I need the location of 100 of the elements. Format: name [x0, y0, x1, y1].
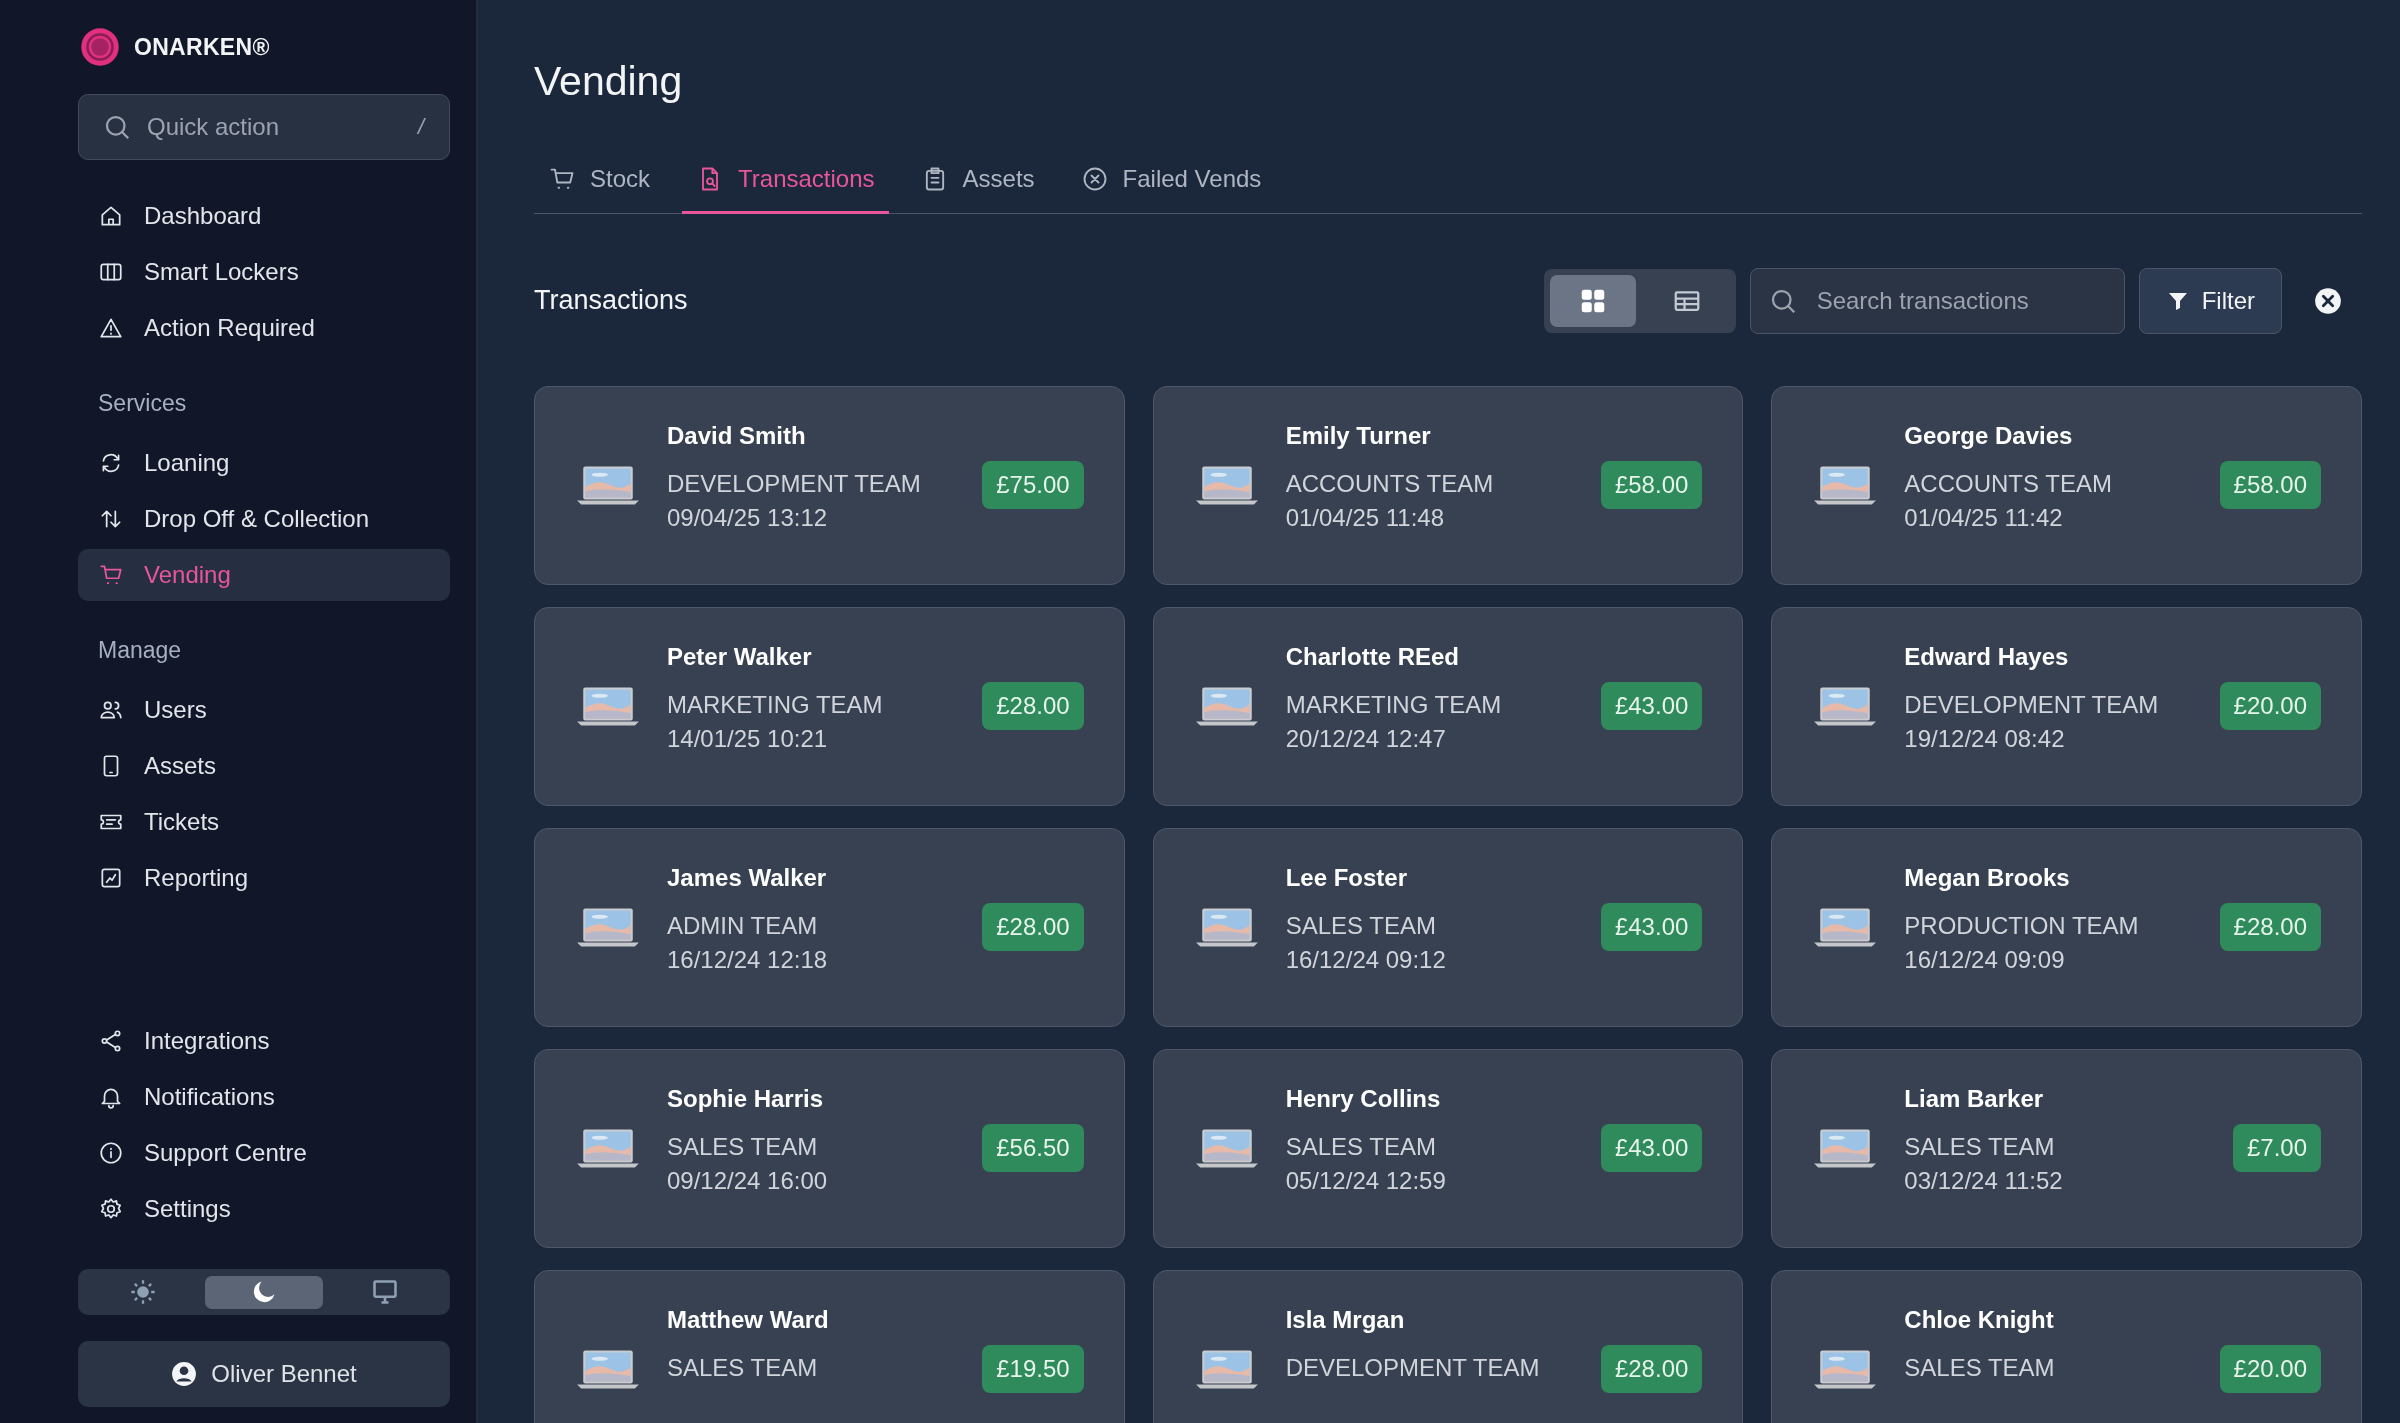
- customer-name: Megan Brooks: [1904, 864, 2071, 892]
- team-name: SALES TEAM: [667, 1133, 819, 1161]
- transaction-card[interactable]: Chloe Knight SALES TEAM £20.00: [1771, 1269, 2362, 1423]
- transaction-date: 01/04/25 11:42: [1904, 504, 2064, 532]
- tab[interactable]: Failed Vends: [1066, 165, 1276, 214]
- sun-icon: [129, 1278, 157, 1306]
- user-button[interactable]: Oliver Bennet: [78, 1341, 450, 1407]
- transaction-card[interactable]: Liam Barker SALES TEAM 03/12/24 11:52 £7.00: [1771, 1048, 2362, 1248]
- transaction-date: 05/12/24 12:59: [1285, 1167, 1447, 1195]
- customer-name: David Smith: [667, 422, 807, 450]
- filter-button[interactable]: Filter: [2138, 267, 2282, 334]
- transaction-card[interactable]: David Smith DEVELOPMENT TEAM 09/04/25 13:12 £75.00: [534, 385, 1125, 585]
- report-icon: [98, 865, 124, 891]
- transaction-card[interactable]: Lee Foster SALES TEAM 16/12/24 09:12 £43.00: [1152, 827, 1744, 1027]
- user-icon: [171, 1361, 198, 1387]
- page-title: Vending: [534, 58, 684, 105]
- transaction-card[interactable]: Edward Hayes DEVELOPMENT TEAM 19/12/24 08:42 £20.00: [1771, 606, 2362, 806]
- transaction-date: 09/12/24 16:00: [667, 1167, 829, 1195]
- nav-item[interactable]: Drop Off & Collection: [78, 493, 450, 545]
- section-heading: Services: [97, 390, 188, 418]
- price-badge: £28.00: [2219, 903, 2321, 951]
- price-badge: £43.00: [1600, 682, 1703, 730]
- nav-item[interactable]: Support Centre: [78, 1127, 450, 1179]
- customer-name: Sophie Harris: [667, 1085, 825, 1113]
- price-badge: £28.00: [1600, 1345, 1703, 1393]
- team-name: DEVELOPMENT TEAM: [667, 470, 922, 498]
- transaction-date: 16/12/24 12:18: [667, 946, 829, 974]
- theme-option[interactable]: [205, 1275, 323, 1309]
- nav-item[interactable]: Users: [78, 684, 450, 736]
- logo-icon: [80, 27, 120, 67]
- transaction-date: 01/04/25 11:48: [1285, 504, 1446, 532]
- tab[interactable]: Stock: [534, 165, 665, 214]
- price-badge: £28.00: [982, 903, 1084, 951]
- section-heading: Manage: [97, 637, 183, 665]
- transaction-date: 16/12/24 09:12: [1285, 946, 1447, 974]
- price-badge: £7.00: [2232, 1124, 2321, 1172]
- transaction-card[interactable]: Isla Mrgan DEVELOPMENT TEAM £28.00: [1152, 1269, 1744, 1423]
- nav-item[interactable]: Assets: [78, 740, 450, 792]
- team-name: DEVELOPMENT TEAM: [1285, 1354, 1541, 1382]
- customer-name: Emily Turner: [1285, 422, 1432, 450]
- section-title: Transactions: [534, 285, 688, 316]
- nav-item[interactable]: Settings: [78, 1183, 450, 1235]
- nav-item[interactable]: Smart Lockers: [78, 246, 450, 298]
- price-badge: £58.00: [1600, 461, 1703, 509]
- price-badge: £56.50: [982, 1124, 1084, 1172]
- transaction-date: 19/12/24 08:42: [1904, 725, 2066, 753]
- price-badge: £43.00: [1600, 903, 1703, 951]
- tab[interactable]: Assets: [906, 165, 1049, 214]
- search-field[interactable]: Search transactions: [1749, 267, 2125, 334]
- customer-name: Liam Barker: [1904, 1085, 2045, 1113]
- nav-item[interactable]: Vending: [78, 549, 450, 601]
- team-name: SALES TEAM: [667, 1354, 819, 1382]
- team-name: ACCOUNTS TEAM: [1904, 470, 2113, 498]
- transaction-card[interactable]: Sophie Harris SALES TEAM 09/12/24 16:00 £56.50: [534, 1048, 1125, 1248]
- customer-name: Matthew Ward: [667, 1306, 830, 1334]
- team-name: SALES TEAM: [1904, 1133, 2056, 1161]
- transaction-card[interactable]: Peter Walker MARKETING TEAM 14/01/25 10:21 £28.00: [534, 606, 1125, 806]
- team-name: ADMIN TEAM: [667, 912, 819, 940]
- team-name: SALES TEAM: [1904, 1354, 2056, 1382]
- customer-name: James Walker: [667, 864, 828, 892]
- nav-item[interactable]: Tickets: [78, 796, 450, 848]
- transaction-card[interactable]: Matthew Ward SALES TEAM £19.50: [534, 1269, 1125, 1423]
- brand-name: ONARKEN®: [134, 33, 270, 61]
- team-name: MARKETING TEAM: [667, 691, 884, 719]
- customer-name: George Davies: [1904, 422, 2074, 450]
- team-name: PRODUCTION TEAM: [1904, 912, 2140, 940]
- price-badge: £20.00: [2219, 682, 2321, 730]
- nav-item[interactable]: Notifications: [78, 1071, 450, 1123]
- transaction-date: 16/12/24 09:09: [1904, 946, 2066, 974]
- price-badge: £19.50: [982, 1345, 1084, 1393]
- team-name: ACCOUNTS TEAM: [1285, 470, 1495, 498]
- tab[interactable]: Transactions: [682, 165, 889, 214]
- customer-name: Henry Collins: [1285, 1085, 1442, 1113]
- clear-icon[interactable]: [2314, 286, 2342, 315]
- price-badge: £20.00: [2219, 1345, 2321, 1393]
- customer-name: Isla Mrgan: [1285, 1306, 1406, 1334]
- transaction-card[interactable]: Henry Collins SALES TEAM 05/12/24 12:59 £43.00: [1152, 1048, 1744, 1248]
- price-badge: £58.00: [2219, 461, 2321, 509]
- nav-item[interactable]: Action Required: [78, 302, 450, 354]
- transaction-date: 03/12/24 11:52: [1904, 1167, 2064, 1195]
- transaction-card[interactable]: Megan Brooks PRODUCTION TEAM 16/12/24 09:09 £28.00: [1771, 827, 2362, 1027]
- shortcut-key: /: [417, 114, 424, 140]
- customer-name: Lee Foster: [1285, 864, 1409, 892]
- transaction-date: 14/01/25 10:21: [667, 725, 829, 753]
- nav-item[interactable]: Integrations: [78, 1015, 450, 1067]
- transaction-card[interactable]: George Davies ACCOUNTS TEAM 01/04/25 11:42 £58.00: [1771, 385, 2362, 585]
- nav-item[interactable]: Dashboard: [78, 190, 450, 242]
- nav-item[interactable]: Reporting: [78, 852, 450, 904]
- nav-item[interactable]: Loaning: [78, 437, 450, 489]
- transaction-date: 09/04/25 13:12: [667, 504, 829, 532]
- transaction-card[interactable]: Emily Turner ACCOUNTS TEAM 01/04/25 11:48 £58.00: [1152, 385, 1744, 585]
- monitor-icon: [371, 1278, 399, 1306]
- view-option[interactable]: [1549, 274, 1636, 327]
- team-name: SALES TEAM: [1285, 912, 1437, 940]
- transaction-card[interactable]: James Walker ADMIN TEAM 16/12/24 12:18 £28.00: [534, 827, 1125, 1027]
- customer-name: Edward Hayes: [1904, 643, 2070, 671]
- customer-name: Charlotte REed: [1285, 643, 1460, 671]
- customer-name: Chloe Knight: [1904, 1306, 2055, 1334]
- team-name: DEVELOPMENT TEAM: [1904, 691, 2160, 719]
- transaction-card[interactable]: Charlotte REed MARKETING TEAM 20/12/24 12:47 £43.00: [1152, 606, 1744, 806]
